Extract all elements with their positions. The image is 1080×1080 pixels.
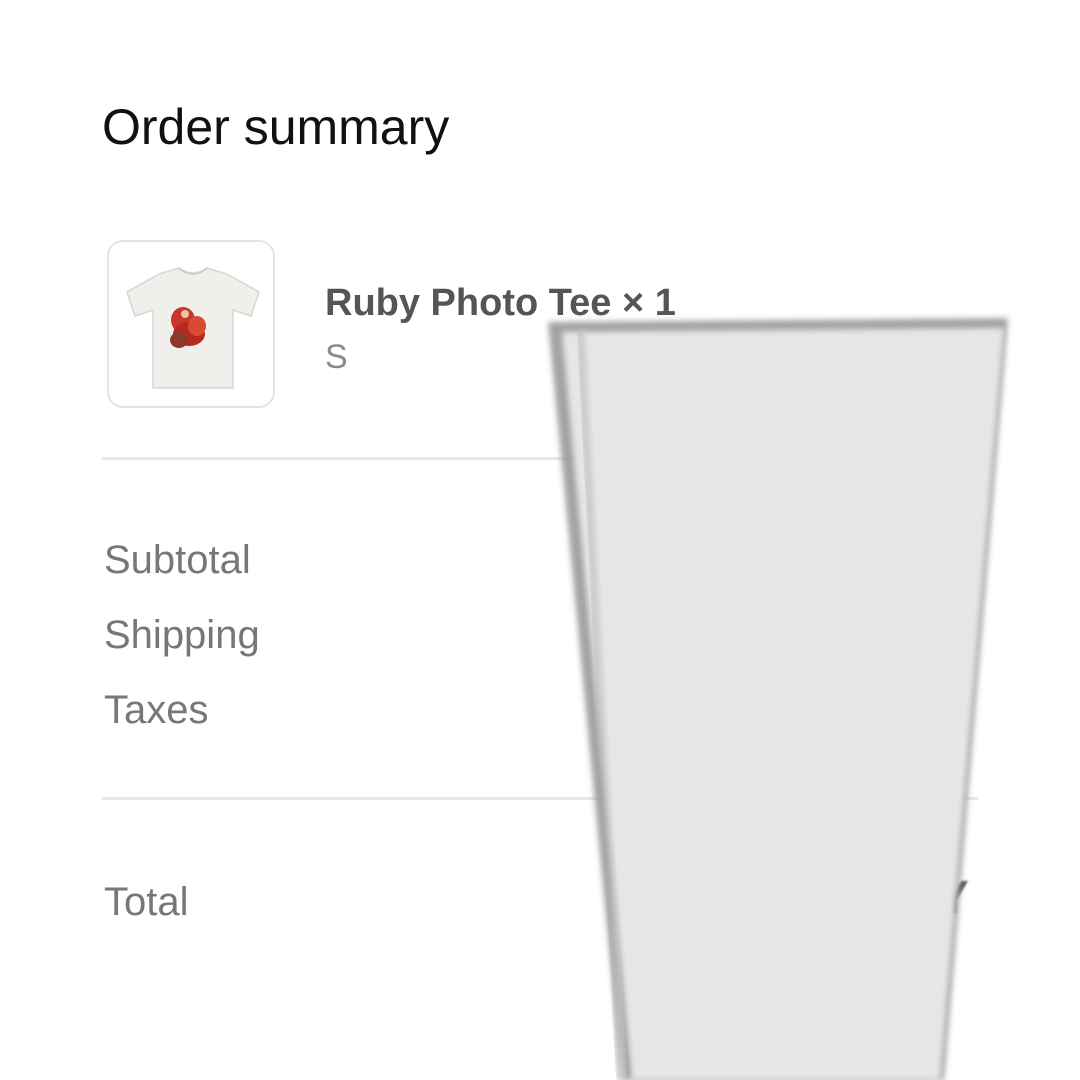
order-summary-page: Order summary Ruby Photo Tee × 1 S Subto… [0,0,1080,1080]
redaction-overlay [548,318,1008,1080]
